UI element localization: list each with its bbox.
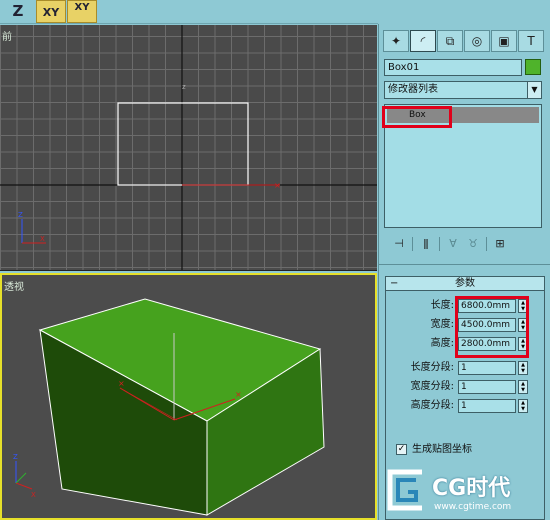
length-segs-field[interactable]: 1 bbox=[458, 361, 516, 375]
stack-divider bbox=[439, 237, 440, 251]
stack-divider bbox=[486, 237, 487, 251]
length-label: 长度: bbox=[430, 300, 454, 311]
perspective-scene: × × Z X bbox=[13, 298, 325, 516]
parameters-title: 参数 bbox=[455, 278, 475, 289]
collapse-icon: − bbox=[390, 278, 399, 289]
svg-text:Z: Z bbox=[13, 453, 18, 461]
pin-stack-icon[interactable]: ⊣ bbox=[389, 236, 409, 252]
remove-modifier-icon[interactable]: ♉ bbox=[463, 236, 483, 252]
height-label: 高度: bbox=[430, 338, 454, 349]
svg-text:×: × bbox=[235, 390, 242, 399]
width-segs-field[interactable]: 1 bbox=[458, 380, 516, 394]
box-front-outline[interactable] bbox=[117, 102, 249, 186]
display-tab-icon[interactable]: ▣ bbox=[491, 30, 517, 52]
axis-constraints-toolbar: Z XY XY bbox=[0, 0, 378, 24]
parameters-rollout-header[interactable]: − 参数 bbox=[386, 277, 544, 291]
modifier-list-dropdown[interactable]: 修改器列表 ▼ bbox=[384, 81, 542, 99]
command-panel: ✦ ◜ ⧉ ◎ ▣ T Box01 修改器列表 ▼ Box ⊣ ǁ ∀ ♉ ⊞ bbox=[378, 24, 550, 520]
box-3d[interactable] bbox=[38, 298, 325, 516]
front-viewport[interactable]: × z Z X 前 bbox=[0, 25, 377, 271]
command-panel-tabs: ✦ ◜ ⧉ ◎ ▣ T bbox=[383, 30, 547, 52]
width-segs-spinner[interactable]: ▲ ▼ bbox=[518, 380, 528, 394]
length-segs-row: 长度分段: 1 ▲ ▼ bbox=[386, 361, 544, 375]
svg-text:Z: Z bbox=[18, 211, 23, 219]
object-color-swatch[interactable] bbox=[525, 59, 541, 75]
svg-text:X: X bbox=[40, 235, 45, 243]
generate-mapping-coords-checkbox[interactable]: ✓ bbox=[396, 444, 407, 455]
axis-xy-button[interactable]: XY bbox=[36, 0, 66, 23]
front-axis-tripod: Z X bbox=[18, 211, 46, 244]
height-segs-spinner[interactable]: ▲ ▼ bbox=[518, 399, 528, 413]
hierarchy-tab-icon[interactable]: ⧉ bbox=[437, 30, 463, 52]
make-unique-icon[interactable]: ∀ bbox=[443, 236, 463, 252]
watermark-brand: CG时代 bbox=[432, 476, 511, 501]
dimensions-highlight-box bbox=[455, 296, 529, 358]
generate-mapping-coords-label: 生成贴图坐标 bbox=[412, 444, 472, 455]
show-end-result-icon[interactable]: ǁ bbox=[416, 236, 436, 252]
axis-xy-lock-label: XY bbox=[74, 2, 90, 13]
width-label: 宽度: bbox=[430, 319, 454, 330]
width-segs-row: 宽度分段: 1 ▲ ▼ bbox=[386, 380, 544, 394]
front-gizmo-x-tick: × bbox=[274, 181, 281, 190]
length-segs-label: 长度分段: bbox=[410, 362, 454, 373]
length-segs-spinner[interactable]: ▲ ▼ bbox=[518, 361, 528, 375]
svg-text:X: X bbox=[31, 491, 36, 499]
generate-mapping-coords-row: ✓ 生成贴图坐标 bbox=[396, 443, 536, 457]
utilities-tab-icon[interactable]: T bbox=[518, 30, 544, 52]
create-tab-icon[interactable]: ✦ bbox=[383, 30, 409, 52]
motion-tab-icon[interactable]: ◎ bbox=[464, 30, 490, 52]
modify-tab-icon[interactable]: ◜ bbox=[410, 30, 436, 52]
modifier-list-label: 修改器列表 bbox=[388, 84, 438, 95]
svg-text:×: × bbox=[118, 379, 125, 388]
perspective-viewport-label[interactable]: 透视 bbox=[4, 278, 24, 293]
front-grid: × z Z X bbox=[0, 25, 377, 270]
panel-divider bbox=[379, 264, 550, 265]
width-segs-label: 宽度分段: bbox=[410, 381, 454, 392]
stack-toolbar: ⊣ ǁ ∀ ♉ ⊞ bbox=[389, 236, 544, 252]
cgtime-logo-icon bbox=[387, 469, 422, 511]
stack-divider bbox=[412, 237, 413, 251]
stack-highlight-box bbox=[382, 106, 452, 128]
chevron-down-icon[interactable]: ▼ bbox=[527, 82, 541, 98]
perspective-viewport[interactable]: × × Z X 透视 bbox=[0, 273, 377, 520]
watermark-url: www.cgtime.com bbox=[434, 502, 512, 512]
configure-modifier-sets-icon[interactable]: ⊞ bbox=[490, 236, 510, 252]
watermark: CG时代 www.cgtime.com bbox=[380, 462, 550, 520]
perspective-axis-tripod: Z X bbox=[13, 453, 36, 499]
height-segs-label: 高度分段: bbox=[410, 400, 454, 411]
front-gizmo-z-tick: z bbox=[182, 83, 186, 91]
height-segs-field[interactable]: 1 bbox=[458, 399, 516, 413]
object-name-field[interactable]: Box01 bbox=[384, 59, 522, 76]
height-segs-row: 高度分段: 1 ▲ ▼ bbox=[386, 399, 544, 413]
front-viewport-label[interactable]: 前 bbox=[2, 28, 12, 43]
axis-z-button[interactable]: Z bbox=[4, 0, 32, 23]
axis-xy-lock-button[interactable]: XY bbox=[67, 0, 97, 23]
max-ui: Z XY XY × z Z X 前 × × Z X 透视 ✦ ◜ ⧉ ◎ ▣ T… bbox=[0, 0, 550, 520]
